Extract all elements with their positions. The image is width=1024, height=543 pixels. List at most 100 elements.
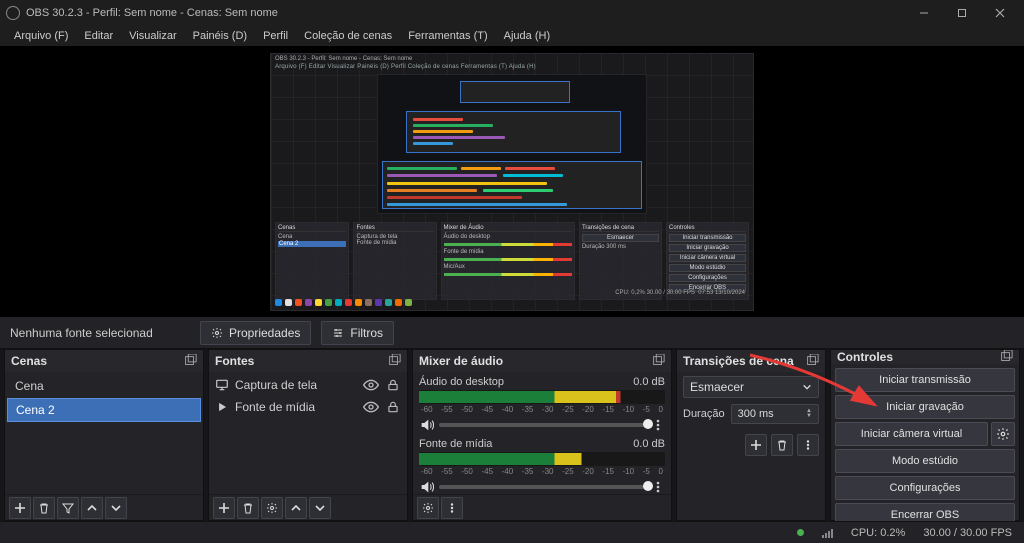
lock-toggle[interactable]: [385, 399, 401, 415]
scene-remove-button[interactable]: [33, 497, 55, 519]
taskbar-app-icon: [295, 299, 302, 306]
preview-inner-menu: Arquivo (F) Editar Visualizar Painéis (D…: [275, 64, 536, 70]
transition-menu-button[interactable]: [797, 434, 819, 456]
sources-title: Fontes: [215, 354, 254, 368]
mixer-settings-button[interactable]: [417, 497, 439, 519]
monitor-icon: [215, 378, 229, 392]
signal-icon: [822, 528, 833, 538]
source-properties-button[interactable]: [261, 497, 283, 519]
visibility-toggle[interactable]: [363, 399, 379, 415]
start-stream-button[interactable]: Iniciar transmissão: [835, 368, 1015, 392]
filters-button[interactable]: Filtros: [321, 321, 394, 345]
mixer-meter: [419, 390, 665, 404]
speaker-icon[interactable]: [419, 479, 435, 494]
channel-menu-button[interactable]: [651, 478, 665, 494]
titlebar: OBS 30.2.3 - Perfil: Sem nome - Cenas: S…: [0, 0, 1024, 26]
volume-slider[interactable]: [439, 423, 647, 427]
menu-item[interactable]: Painéis (D): [185, 28, 255, 44]
lock-toggle[interactable]: [385, 377, 401, 393]
cpu-usage-label: CPU: 0.2%: [851, 527, 905, 539]
speaker-icon[interactable]: [419, 417, 435, 433]
mixer-channel: Fonte de mídia0.0 dB-60-55-50-45-40-35-3…: [415, 436, 669, 494]
popout-icon[interactable]: [999, 350, 1013, 364]
controls-dock: Controles Iniciar transmissão Iniciar gr…: [830, 349, 1020, 521]
menu-item[interactable]: Arquivo (F): [6, 28, 76, 44]
preview-mini-controls: Controles Iniciar transmissão Iniciar gr…: [666, 222, 749, 300]
source-move-down-button[interactable]: [309, 497, 331, 519]
preview-mini-sources: Fontes Captura de tela Fonte de mídia: [353, 222, 436, 300]
taskbar-app-icon: [405, 299, 412, 306]
properties-button[interactable]: Propriedades: [200, 321, 311, 345]
preview-mini-transitions: Transições de cena Esmaecer Duração 300 …: [579, 222, 662, 300]
start-record-button[interactable]: Iniciar gravação: [835, 395, 1015, 419]
source-move-up-button[interactable]: [285, 497, 307, 519]
preview-mini-status: CPU: 0,2% 30.00 / 30.00 FPS 07:53 13/10/…: [615, 290, 745, 296]
popout-icon[interactable]: [183, 354, 197, 368]
source-label: Fonte de mídia: [235, 400, 357, 414]
sources-dock: Fontes Captura de tela Fonte de mídia: [208, 349, 408, 521]
taskbar-app-icon: [365, 299, 372, 306]
window-maximize-button[interactable]: [944, 2, 980, 24]
popout-icon[interactable]: [805, 354, 819, 368]
transitions-dock: Transições de cena Esmaecer Duração 300 …: [676, 349, 826, 521]
volume-slider[interactable]: [439, 485, 647, 489]
menu-item[interactable]: Perfil: [255, 28, 296, 44]
transitions-title: Transições de cena: [683, 354, 794, 368]
settings-button[interactable]: Configurações: [835, 476, 1015, 500]
preview-stage: [377, 74, 647, 214]
mixer-channel-name: Fonte de mídia: [419, 438, 492, 450]
transition-add-button[interactable]: [745, 434, 767, 456]
statusbar: CPU: 0.2% 30.00 / 30.00 FPS: [0, 521, 1024, 543]
menu-item[interactable]: Editar: [76, 28, 121, 44]
scene-item[interactable]: Cena: [7, 375, 201, 397]
window-minimize-button[interactable]: [906, 2, 942, 24]
mixer-channel-name: Áudio do desktop: [419, 376, 504, 388]
studio-mode-button[interactable]: Modo estúdio: [835, 449, 1015, 473]
preview-mini-scenes: Cenas Cena Cena 2: [275, 222, 349, 300]
transition-select[interactable]: Esmaecer: [683, 376, 819, 398]
menu-item[interactable]: Coleção de cenas: [296, 28, 400, 44]
scene-add-button[interactable]: [9, 497, 31, 519]
mixer-channel-db: 0.0 dB: [633, 376, 665, 388]
mixer-menu-button[interactable]: [441, 497, 463, 519]
source-remove-button[interactable]: [237, 497, 259, 519]
popout-icon[interactable]: [651, 354, 665, 368]
menu-item[interactable]: Visualizar: [121, 28, 185, 44]
preview-taskbar: [275, 298, 749, 308]
taskbar-app-icon: [315, 299, 322, 306]
menu-item[interactable]: Ferramentas (T): [400, 28, 495, 44]
scene-filter-button[interactable]: [57, 497, 79, 519]
preview-content: OBS 30.2.3 - Perfil: Sem nome - Cenas: S…: [270, 53, 754, 311]
start-vcam-button[interactable]: Iniciar câmera virtual: [835, 422, 988, 446]
taskbar-app-icon: [375, 299, 382, 306]
scene-item[interactable]: Cena 2: [7, 398, 201, 422]
taskbar-app-icon: [305, 299, 312, 306]
preview-area[interactable]: OBS 30.2.3 - Perfil: Sem nome - Cenas: S…: [0, 46, 1024, 317]
taskbar-app-icon: [335, 299, 342, 306]
window-close-button[interactable]: [982, 2, 1018, 24]
chevron-down-icon: [802, 382, 812, 392]
transition-remove-button[interactable]: [771, 434, 793, 456]
channel-menu-button[interactable]: [651, 416, 665, 434]
no-source-selected-label: Nenhuma fonte selecionad: [10, 326, 190, 340]
source-item[interactable]: Fonte de mídia: [211, 396, 405, 418]
source-add-button[interactable]: [213, 497, 235, 519]
transition-duration-label: Duração: [683, 408, 725, 420]
window-title: OBS 30.2.3 - Perfil: Sem nome - Cenas: S…: [26, 7, 906, 19]
preview-mini-docks: Cenas Cena Cena 2 Fontes Captura de tela…: [275, 222, 749, 300]
fps-label: 30.00 / 30.00 FPS: [923, 527, 1012, 539]
visibility-toggle[interactable]: [363, 377, 379, 393]
source-item[interactable]: Captura de tela: [211, 374, 405, 396]
popout-icon[interactable]: [387, 354, 401, 368]
menu-item[interactable]: Ajuda (H): [496, 28, 558, 44]
preview-inner-title: OBS 30.2.3 - Perfil: Sem nome - Cenas: S…: [275, 56, 412, 62]
taskbar-app-icon: [325, 299, 332, 306]
vcam-settings-button[interactable]: [991, 422, 1015, 446]
scene-move-up-button[interactable]: [81, 497, 103, 519]
gear-icon: [211, 327, 223, 339]
audio-mixer-dock: Mixer de áudio Áudio do desktop0.0 dB-60…: [412, 349, 672, 521]
source-toolbar: Nenhuma fonte selecionad Propriedades Fi…: [0, 317, 1024, 349]
scene-move-down-button[interactable]: [105, 497, 127, 519]
transition-duration-input[interactable]: 300 ms ▲▼: [731, 404, 819, 424]
controls-title: Controles: [837, 350, 893, 364]
